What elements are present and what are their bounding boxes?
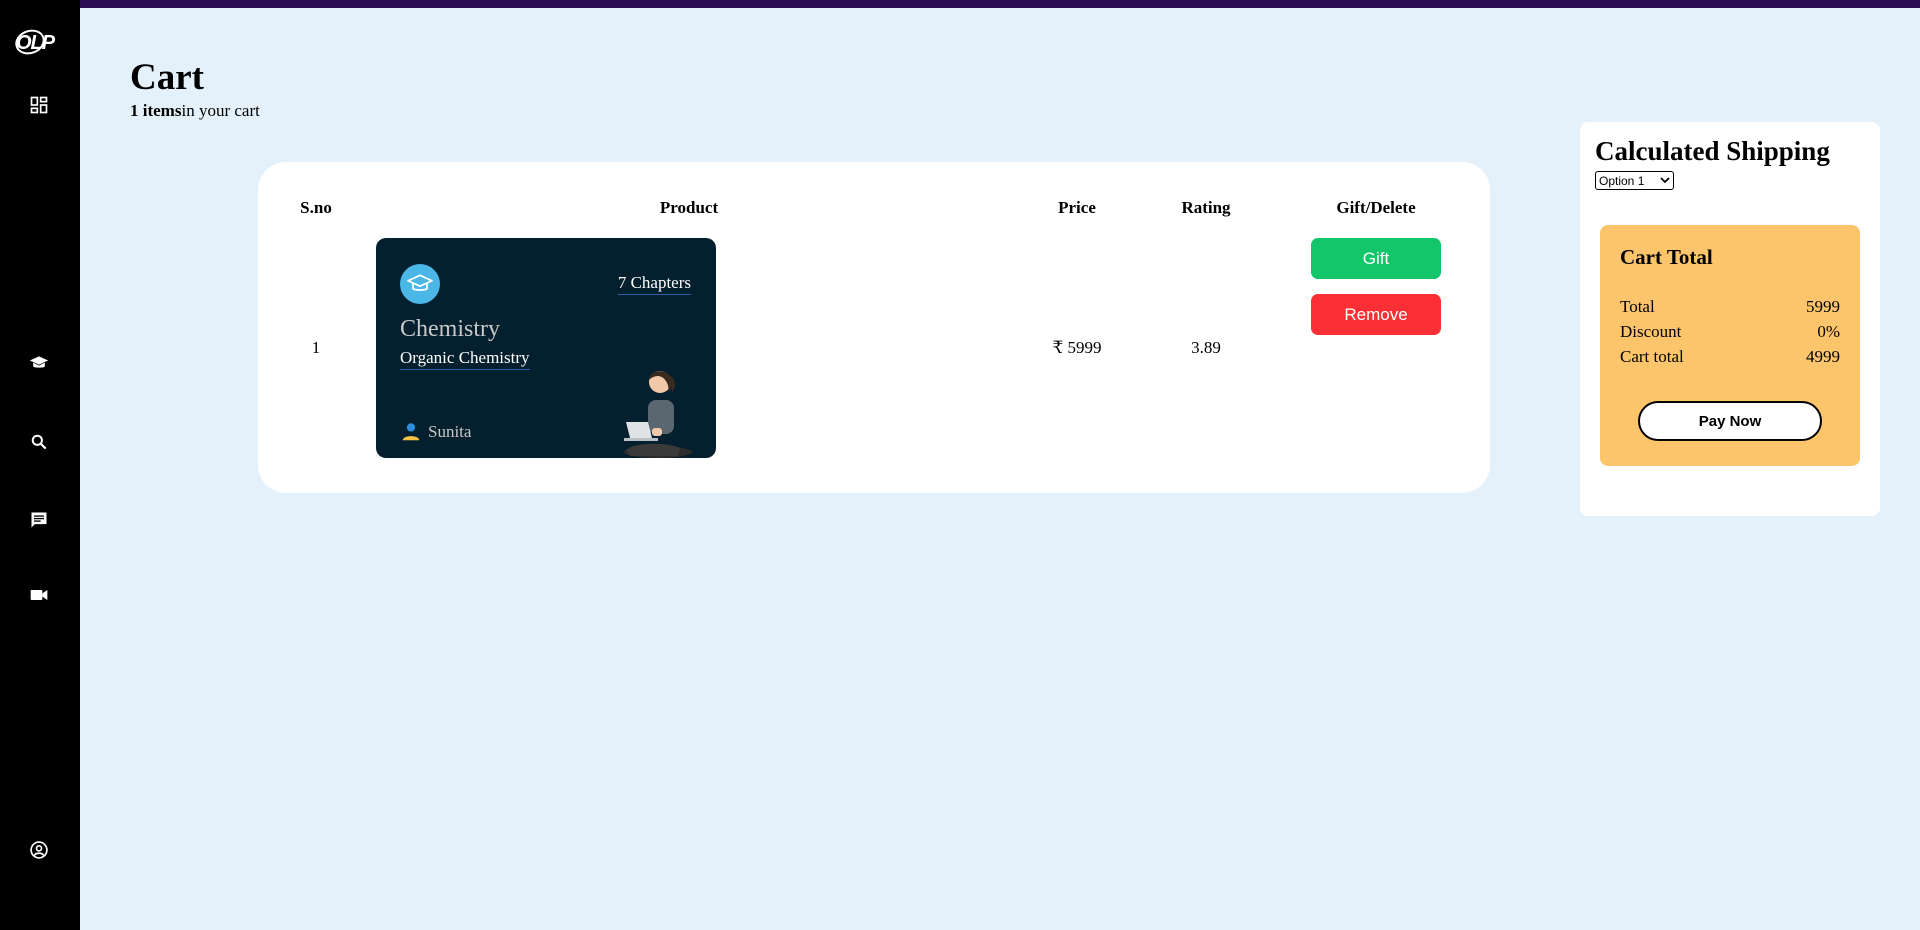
logo-text: OLP	[16, 32, 55, 54]
cart-table: S.no Product Price Rating Gift/Delete 1 …	[258, 162, 1490, 493]
discount-value: 0%	[1817, 322, 1840, 341]
dashboard-icon	[30, 96, 48, 114]
instructor-name: Sunita	[428, 422, 472, 441]
person-icon	[402, 423, 420, 441]
shipping-panel: Calculated Shipping Option 1 Cart Total …	[1580, 122, 1880, 516]
shipping-option-select[interactable]: Option 1	[1595, 171, 1674, 190]
top-accent-bar	[0, 0, 1920, 8]
video-camera-icon	[30, 590, 48, 600]
shipping-selected-option: Option 1	[1599, 173, 1645, 188]
row-rating: 3.89	[1191, 338, 1221, 357]
student-laptop-illustration	[624, 371, 692, 458]
total-label: Total	[1620, 297, 1655, 316]
row-price: ₹ 5999	[1052, 338, 1102, 357]
course-subject: Organic Chemistry	[400, 348, 530, 370]
sidebar-item-messages[interactable]	[28, 509, 50, 531]
cart-total-value: 4999	[1806, 347, 1840, 366]
account-circle-icon	[30, 841, 48, 859]
remove-button[interactable]: Remove	[1311, 294, 1441, 335]
item-count-bold: 1 items	[130, 101, 182, 120]
total-value: 5999	[1806, 297, 1840, 316]
sidebar: OLP	[0, 0, 80, 930]
shipping-title: Calculated Shipping	[1595, 136, 1830, 166]
cart-total-title: Cart Total	[1620, 245, 1713, 269]
sidebar-item-profile[interactable]	[28, 839, 50, 861]
sidebar-item-videos[interactable]	[28, 584, 50, 606]
cart-item-count: 1 itemsin your cart	[130, 101, 260, 121]
course-instructor: Sunita	[400, 421, 471, 443]
sidebar-item-dashboard[interactable]	[28, 94, 50, 116]
sidebar-item-courses[interactable]	[28, 352, 50, 374]
chevron-down-icon	[1660, 177, 1670, 184]
header-sno: S.no	[300, 198, 332, 217]
search-icon	[31, 434, 47, 450]
row-sno: 1	[311, 338, 321, 357]
discount-label: Discount	[1620, 322, 1682, 341]
course-card[interactable]: 7 Chapters Chemistry Organic Chemistry S…	[376, 238, 716, 458]
chat-icon	[31, 512, 47, 528]
page-title: Cart	[130, 57, 204, 98]
brand-logo[interactable]: OLP	[12, 26, 56, 60]
chapter-count: 7 Chapters	[617, 273, 691, 295]
graduation-cap-icon	[407, 274, 433, 291]
cart-total-label: Cart total	[1620, 347, 1684, 366]
header-gift-delete: Gift/Delete	[1336, 198, 1416, 217]
gift-button[interactable]: Gift	[1311, 238, 1441, 279]
item-count-text: in your cart	[181, 101, 260, 120]
header-price: Price	[1058, 198, 1096, 217]
header-rating: Rating	[1181, 198, 1231, 217]
cart-total-box: Cart Total Total 5999 Discount 0% Cart t…	[1600, 225, 1860, 466]
course-name: Chemistry	[400, 316, 500, 342]
graduation-cap-icon	[29, 356, 49, 368]
sidebar-item-search[interactable]	[28, 431, 50, 453]
course-icon-badge	[400, 264, 440, 304]
header-product: Product	[659, 198, 719, 217]
pay-now-button[interactable]: Pay Now	[1638, 401, 1822, 441]
